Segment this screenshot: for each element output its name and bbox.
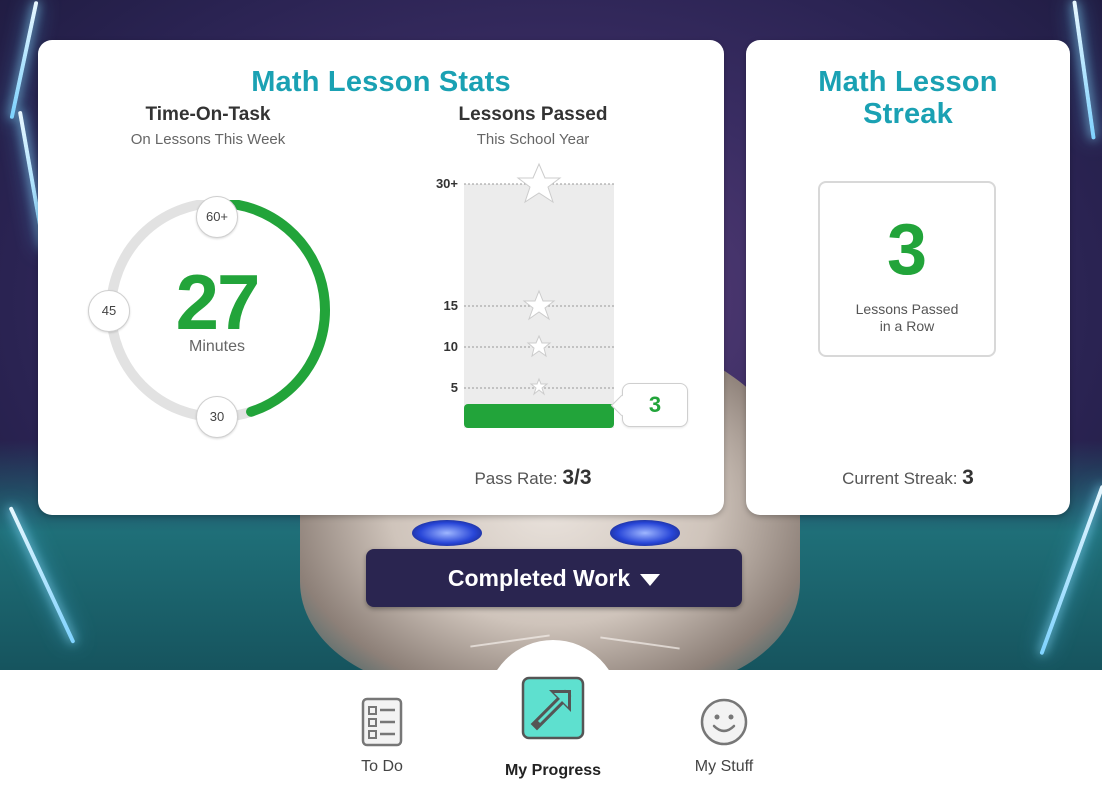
- time-on-task-minutes-value: 27: [175, 258, 261, 346]
- stats-card-title: Math Lesson Stats: [251, 66, 511, 98]
- nav-item-to-do[interactable]: To Do: [332, 690, 432, 776]
- time-on-task-subheading: On Lessons This Week: [130, 131, 286, 148]
- nav-label-to-do: To Do: [361, 758, 403, 775]
- chart-tick-10: 10: [443, 339, 458, 354]
- checklist-icon: [361, 697, 403, 747]
- lessons-passed-callout: 3: [622, 383, 688, 427]
- streak-label: Lessons Passed in a Row: [820, 301, 994, 335]
- gauge-badge-60-plus: 60+: [196, 196, 238, 238]
- pass-rate-label: Pass Rate:: [474, 469, 558, 488]
- chart-tick-15: 15: [443, 298, 458, 313]
- pass-rate-value: 3/3: [562, 466, 592, 489]
- lightning-bolt: [1072, 0, 1096, 140]
- gauge-badge-45: 45: [88, 290, 130, 332]
- math-lesson-streak-card: Math Lesson Streak 3 Lessons Passed in a…: [746, 40, 1070, 515]
- nav-label-my-stuff: My Stuff: [694, 758, 754, 775]
- streak-box: 3 Lessons Passed in a Row: [818, 181, 996, 357]
- time-on-task-minutes-unit: Minutes: [188, 338, 246, 355]
- nav-label-my-progress: My Progress: [504, 762, 602, 779]
- current-streak-value: 3: [962, 466, 974, 489]
- lessons-passed-subheading: This School Year: [476, 131, 590, 148]
- streak-label-line1: Lessons Passed: [855, 301, 959, 317]
- kitten-left-eye: [412, 520, 482, 546]
- lightning-bolt: [9, 0, 39, 120]
- time-on-task-heading: Time-On-Task: [145, 104, 271, 125]
- streak-title-line2: Streak: [863, 98, 953, 130]
- arrow-up-right-icon: [521, 676, 585, 740]
- completed-work-button[interactable]: Completed Work: [366, 549, 742, 607]
- completed-work-label: Completed Work: [447, 565, 631, 591]
- smiley-face-icon: [700, 698, 748, 746]
- kitten-right-eye: [610, 520, 680, 546]
- streak-label-line2: in a Row: [879, 318, 935, 334]
- math-lesson-stats-card: Math Lesson Stats Time-On-Task On Lesson…: [38, 40, 724, 515]
- streak-card-title: Math Lesson Streak: [746, 66, 1070, 130]
- chevron-down-icon: [640, 573, 661, 586]
- streak-value: 3: [886, 210, 928, 290]
- chart-tick-30-plus: 30+: [435, 176, 458, 191]
- pass-rate: Pass Rate: 3/3: [438, 466, 628, 490]
- lessons-passed-heading: Lessons Passed: [458, 104, 608, 125]
- lessons-passed-bar: [464, 404, 614, 428]
- gauge-badge-30: 30: [196, 396, 238, 438]
- chart-tick-5: 5: [450, 380, 458, 395]
- current-streak-label: Current Streak:: [842, 469, 958, 488]
- nav-item-my-stuff[interactable]: My Stuff: [674, 690, 774, 776]
- streak-title-line1: Math Lesson: [818, 66, 998, 98]
- nav-item-my-progress[interactable]: My Progress: [488, 676, 618, 780]
- current-streak: Current Streak: 3: [746, 466, 1070, 490]
